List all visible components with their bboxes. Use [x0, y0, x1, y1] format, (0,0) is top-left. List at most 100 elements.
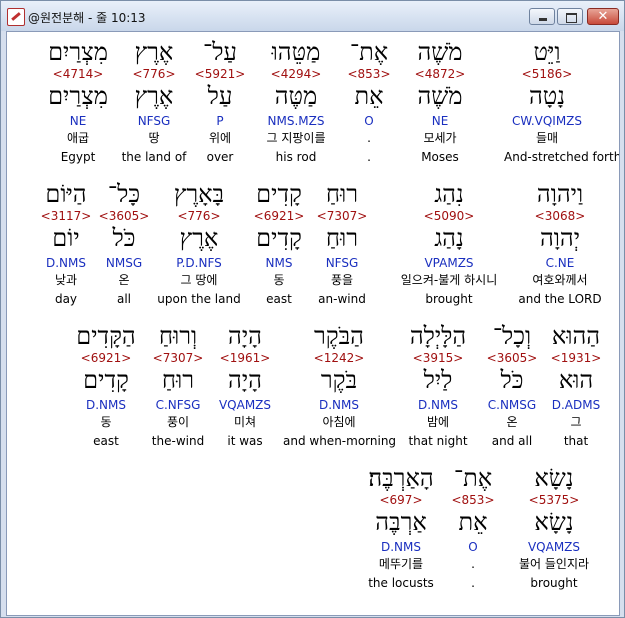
parsing-code: D.NMS	[380, 540, 421, 554]
korean-gloss: 메뚜기를	[378, 557, 424, 571]
minimize-icon	[539, 18, 547, 21]
parsing-code: D.NMS	[45, 256, 86, 270]
strong-number: <776>	[177, 209, 221, 223]
hebrew-lemma: אֶרֶץ	[179, 224, 219, 252]
strong-number: <3068>	[534, 209, 586, 223]
word-cell[interactable]: בָּאָרֶץ <776> אֶרֶץ P.D.NFS 그 땅에 upon t…	[151, 174, 247, 314]
parsing-code: CW.VQIMZS	[511, 114, 583, 128]
hebrew-word: הַיּוֹם	[45, 180, 87, 208]
parsing-code: NFSG	[137, 114, 171, 128]
word-cell[interactable]: הַקָּדִים <6921> קָדִים D.NMS 동 east	[63, 316, 149, 456]
window-title: @원전분해 - 줄 10:13	[28, 11, 146, 25]
word-cell[interactable]: קָדִים <6921> קָדִים NMS 동 east	[236, 174, 322, 314]
hebrew-word: מִצְרַיִם	[48, 38, 108, 66]
hebrew-word: וַיהוָה	[536, 180, 584, 208]
hebrew-lemma: אֶרֶץ	[134, 82, 174, 110]
title-bar[interactable]: @원전분해 - 줄 10:13 ✕	[1, 1, 624, 31]
parsing-code: P.D.NFS	[176, 256, 222, 270]
strong-number: <4294>	[270, 67, 322, 81]
english-gloss: and the LORD	[518, 292, 602, 306]
close-button[interactable]: ✕	[587, 8, 619, 25]
close-icon: ✕	[597, 9, 609, 24]
hebrew-word: הָאַרְבֶּה׃	[368, 464, 434, 492]
strong-number: <1242>	[313, 351, 365, 365]
hebrew-lemma: נָהַג	[434, 224, 464, 252]
word-cell[interactable]: הָאַרְבֶּה׃ <697> אַרְבֶּה D.NMS 메뚜기를 th…	[353, 458, 449, 598]
english-gloss: Egypt	[60, 150, 96, 164]
parsing-code: D.NMS	[318, 398, 359, 412]
korean-gloss: 일으켜-불게 하시니	[400, 273, 498, 287]
korean-gloss: 동	[273, 273, 285, 287]
app-window: @원전분해 - 줄 10:13 ✕ וַיֵּט <5186> נָטָה CW…	[0, 0, 625, 618]
strong-number: <3915>	[412, 351, 464, 365]
app-icon[interactable]	[7, 8, 25, 26]
parsing-code: NMS	[265, 256, 293, 270]
korean-gloss: 여호와께서	[532, 273, 588, 287]
parsing-code: NE	[69, 114, 87, 128]
word-cell[interactable]: אֶרֶץ <776> אֶרֶץ NFSG 땅 the land of	[111, 32, 197, 172]
english-gloss: the land of	[121, 150, 187, 164]
english-gloss: his rod	[275, 150, 317, 164]
parsing-code: VPAMZS	[424, 256, 474, 270]
hebrew-word: קָדִים	[256, 180, 302, 208]
korean-gloss: 그 지팡이를	[266, 131, 326, 145]
strong-number: <5186>	[521, 67, 573, 81]
hebrew-word: הַקָּדִים	[76, 322, 136, 350]
hebrew-lemma: לַיִל	[423, 366, 453, 394]
korean-gloss: 들매	[535, 131, 559, 145]
minimize-button[interactable]	[529, 8, 555, 25]
word-cell[interactable]: הַבֹּקֶר <1242> בֹּקֶר D.NMS 아침에 and whe…	[283, 316, 397, 456]
parsing-code: C.NE	[545, 256, 575, 270]
hebrew-word: וַיֵּט	[533, 38, 561, 66]
english-gloss: brought	[425, 292, 473, 306]
maximize-icon	[566, 13, 577, 23]
parsing-code: NMS.MZS	[267, 114, 325, 128]
hebrew-lemma: בֹּקֶר	[320, 366, 358, 394]
maximize-button[interactable]	[557, 8, 583, 25]
strong-number: <4714>	[52, 67, 104, 81]
word-cell[interactable]: מַטֵּהוּ <4294> מַטֶּה NMS.MZS 그 지팡이를 hi…	[253, 32, 339, 172]
strong-number: <5090>	[423, 209, 475, 223]
strong-number: <3117>	[40, 209, 92, 223]
hebrew-word: אֶרֶץ	[134, 38, 174, 66]
korean-gloss: 그 땅에	[180, 273, 218, 287]
hebrew-lemma: קָדִים	[256, 224, 302, 252]
parsing-code: D.NMS	[417, 398, 458, 412]
hebrew-word: מַטֵּהוּ	[271, 38, 321, 66]
word-cell[interactable]: נִהַג <5090> נָהַג VPAMZS 일으켜-불게 하시니 bro…	[399, 174, 499, 314]
hebrew-word: נִהַג	[434, 180, 464, 208]
korean-gloss: 동	[100, 415, 112, 429]
parsing-code: D.NMS	[85, 398, 126, 412]
word-cell[interactable]: מִצְרַיִם <4714> מִצְרַיִם NE 애굽 Egypt	[35, 32, 121, 172]
strong-number: <697>	[379, 493, 423, 507]
hebrew-word: הַבֹּקֶר	[313, 322, 364, 350]
english-gloss: And-stretched forth	[504, 150, 620, 164]
hebrew-lemma: אַרְבֶּה	[375, 508, 427, 536]
korean-gloss: 밤에	[426, 415, 450, 429]
word-cell[interactable]: הַיּוֹם <3117> יוֹם D.NMS 낮과 day	[23, 174, 109, 314]
strong-number: <6921>	[80, 351, 132, 365]
hebrew-lemma: מִצְרַיִם	[48, 82, 108, 110]
strong-number: <6921>	[253, 209, 305, 223]
hebrew-word: הַלָּיְלָה	[409, 322, 467, 350]
hebrew-lemma: נָטָה	[528, 82, 566, 110]
korean-gloss: 아침에	[322, 415, 356, 429]
hebrew-lemma: קָדִים	[83, 366, 129, 394]
hebrew-lemma: מַטֶּה	[274, 82, 318, 110]
english-gloss: the locusts	[368, 576, 434, 590]
korean-gloss: 땅	[148, 131, 160, 145]
english-gloss: that night	[408, 434, 468, 448]
korean-gloss: 낮과	[54, 273, 78, 287]
interlinear-panel: וַיֵּט <5186> נָטָה CW.VQIMZS 들매 And-str…	[6, 31, 620, 616]
word-cell[interactable]: וַיהוָה <3068> יְהוָה C.NE 여호와께서 and the…	[517, 174, 603, 314]
english-gloss: east	[93, 434, 119, 448]
english-gloss: and when-morning	[283, 434, 397, 448]
english-gloss: day	[54, 292, 78, 306]
english-gloss: east	[266, 292, 292, 306]
korean-gloss: 애굽	[66, 131, 90, 145]
hebrew-word: בָּאָרֶץ	[173, 180, 225, 208]
hebrew-lemma: יְהוָה	[539, 224, 581, 252]
strong-number: <776>	[132, 67, 176, 81]
word-cell[interactable]: וַיֵּט <5186> נָטָה CW.VQIMZS 들매 And-str…	[504, 32, 620, 172]
word-cell[interactable]: הַלָּיְלָה <3915> לַיִל D.NMS 밤에 that ni…	[393, 316, 483, 456]
